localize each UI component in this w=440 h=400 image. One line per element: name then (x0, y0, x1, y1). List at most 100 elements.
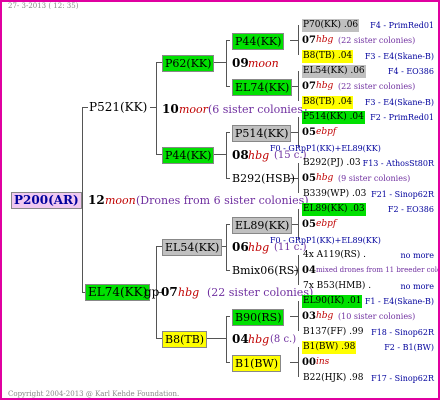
gen4-lineage: F21 - Sinop62R (371, 189, 434, 199)
connector (226, 40, 227, 86)
connector (226, 132, 227, 178)
gen4-lineage: F18 - Sinop62R (371, 327, 434, 337)
connector (82, 107, 83, 292)
gen3-node[interactable]: Bmix06(RS) (232, 264, 299, 277)
gen4-info-text: (10 sister colonies) (338, 312, 416, 322)
gen1-dam-info-race: hbg (178, 286, 200, 299)
gen3-info-num: 08 (232, 148, 249, 162)
gen3-info-race: moon (248, 57, 279, 70)
header-date: 27- 3-2013 ( 12: 35) (8, 2, 79, 10)
connector (290, 40, 298, 41)
gen4-node[interactable]: B1(BW) .98 (302, 340, 357, 354)
gen4-info-num: 05 (302, 173, 316, 185)
connector (290, 316, 298, 317)
gen2-node[interactable]: P62(KK) (162, 55, 215, 72)
gen4-info-num: 05 (302, 127, 316, 139)
gen4-node[interactable]: B137(FF) .99 (302, 326, 364, 339)
gen3-node[interactable]: P514(KK) (232, 125, 292, 142)
connector (298, 163, 299, 193)
gen4-lineage: no more (400, 281, 434, 291)
header-bar: 27- 3-2013 ( 12: 35) (2, 2, 438, 12)
gen4-node[interactable]: B292(PJ) .03 (302, 157, 362, 170)
gen4-info-race: hbg (316, 311, 334, 322)
gen3-node[interactable]: P44(KK) (232, 33, 285, 50)
gen2-info-num: 04 (232, 332, 249, 346)
gen2-node[interactable]: P44(KK) (162, 147, 215, 164)
gen4-node[interactable]: 4x A119(RS) . (302, 249, 367, 262)
gen1-info-race: moon (105, 194, 136, 207)
gen4-lineage: F2 - B1(BW) (384, 342, 434, 352)
connector (226, 224, 230, 225)
gen2-info-race: hbg (248, 333, 270, 346)
gen4-info-race: hbg (316, 81, 334, 92)
gen3-node[interactable]: EL89(KK) (232, 217, 293, 234)
gen4-info-text: mixed drones from 11 breeder colonies (316, 266, 440, 275)
gen4-lineage: F4 - EO386 (387, 66, 434, 76)
gen1-dam-suffix: gp (144, 285, 160, 299)
root-node[interactable]: P200(AR) (11, 192, 82, 209)
gen4-node[interactable]: 7x B53(HMB) . (302, 280, 372, 293)
gen2-info-num: 06 (232, 240, 249, 254)
gen4-info-race: hbg (316, 173, 334, 184)
connector (290, 362, 298, 363)
gen4-lineage: F13 - AthosSt80R (362, 158, 434, 168)
gen4-node[interactable]: B339(WP) .03 (302, 188, 367, 201)
connector (226, 86, 230, 87)
gen4-info-race: ebpf (316, 219, 337, 230)
gen4-info-num: 05 (302, 219, 316, 231)
connector (298, 71, 299, 101)
gen4-info-text: (9 sister colonies) (338, 174, 411, 184)
connector (226, 132, 230, 133)
gen4-info-num: 00 (302, 357, 316, 369)
gen4-node[interactable]: P70(KK) .06 (302, 19, 360, 32)
gen1-node-sire[interactable]: P521(KK) (89, 101, 147, 114)
connector (156, 62, 157, 154)
gen4-lineage: F4 - PrimRed01 (370, 21, 434, 30)
pedigree-frame: 27- 3-2013 ( 12: 35) P200(AR) P521(KK) 1… (0, 0, 440, 400)
gen4-node[interactable]: B8(TB) .04 (302, 49, 354, 63)
gen2-info-text: (8 c.) (270, 334, 297, 345)
gen1-dam-info-num: 07 (161, 285, 178, 299)
gen4-node[interactable]: EL54(KK) .06 (302, 64, 366, 78)
gen2-node[interactable]: B8(TB) (162, 331, 208, 348)
gen4-lineage: no more (400, 250, 434, 260)
gen1-node-dam[interactable]: EL74(KK) (85, 284, 151, 301)
gen2-info-num: 10 (162, 102, 179, 116)
gen4-info-num: 07 (302, 81, 316, 93)
gen4-cross-note: F0 - GRpP1(KK)+EL89(KK) (270, 143, 381, 153)
gen1-dam-info-text: (22 sister colonies) (207, 286, 314, 299)
gen4-lineage: F2 - PrimRed01 (370, 112, 434, 122)
gen4-info-race: hbg (316, 35, 334, 46)
gen4-lineage: F17 - Sinop62R (371, 373, 434, 383)
gen4-node[interactable]: B22(HJK) .98 (302, 372, 364, 385)
gen3-info-num: 09 (232, 56, 249, 70)
gen4-node[interactable]: EL90(IK) .01 (302, 294, 363, 308)
gen4-node[interactable]: P514(KK) .04 (302, 110, 365, 124)
gen3-node[interactable]: B1(BW) (232, 355, 282, 372)
gen1-info-num: 12 (88, 193, 105, 207)
gen3-node[interactable]: B292(HSB) (232, 172, 295, 185)
gen4-node[interactable]: EL89(KK) .03 (302, 202, 366, 216)
connector (226, 316, 230, 317)
connector (226, 40, 230, 41)
connector (82, 107, 88, 108)
gen4-lineage: F3 - E4(Skane-B) (364, 51, 434, 61)
gen4-info-num: 07 (302, 35, 316, 47)
gen4-lineage: F3 - E4(Skane-B) (364, 97, 434, 107)
gen4-info-text: (22 sister colonies) (338, 36, 416, 46)
connector (298, 25, 299, 55)
gen4-info-num: 04 (302, 265, 316, 277)
gen2-info-race: moor (179, 103, 208, 116)
gen4-node[interactable]: B8(TB) .04 (302, 95, 354, 109)
connector (298, 301, 299, 331)
gen4-lineage: F1 - E4(Skane-B) (364, 296, 434, 306)
gen2-node[interactable]: EL54(KK) (162, 239, 223, 256)
gen3-node[interactable]: EL74(KK) (232, 79, 293, 96)
connector (298, 347, 299, 377)
gen4-info-race: ins (316, 357, 330, 368)
footer-copyright: Copyright 2004-2013 @ Karl Kehde Foundat… (8, 390, 180, 398)
gen1-info-text: (Drones from 6 sister colonies) (136, 194, 309, 207)
connector (226, 270, 230, 271)
gen3-node[interactable]: B90(RS) (232, 309, 285, 326)
gen2-info-race: hbg (248, 241, 270, 254)
